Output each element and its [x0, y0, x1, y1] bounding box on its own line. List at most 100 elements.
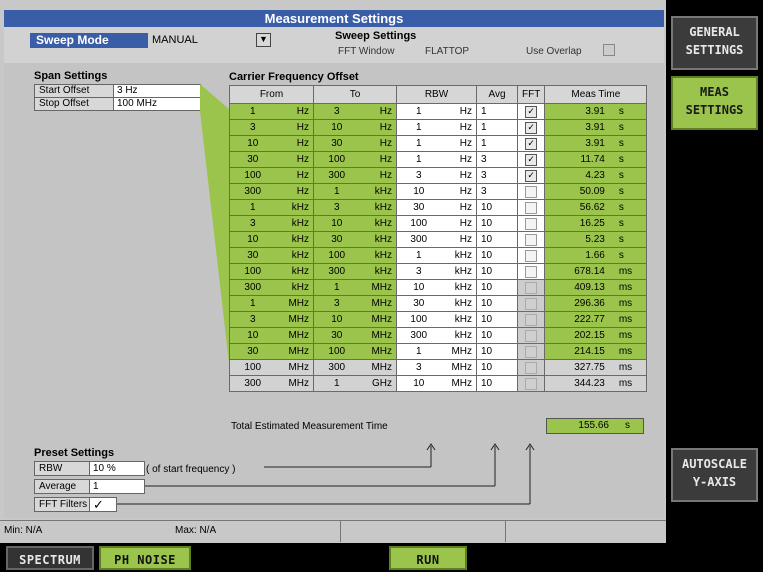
- status-divider: [505, 521, 506, 542]
- rbw-value[interactable]: 10: [396, 279, 441, 296]
- avg-value[interactable]: 1: [476, 135, 518, 152]
- table-row[interactable]: 300 kHz 1 MHz 10 kHz 10 409.13 ms: [229, 279, 648, 296]
- avg-value[interactable]: 10: [476, 327, 518, 344]
- fft-checkbox[interactable]: [525, 185, 538, 198]
- table-row[interactable]: 10 kHz 30 kHz 300 Hz 10 5.23 s: [229, 231, 648, 248]
- autoscale-y-axis-button[interactable]: AUTOSCALE Y-AXIS: [671, 448, 758, 502]
- rbw-value[interactable]: 30: [396, 199, 441, 216]
- table-row[interactable]: 30 kHz 100 kHz 1 kHz 10 1.66 s: [229, 247, 648, 264]
- fft-checkbox[interactable]: [525, 233, 538, 246]
- from-value: 1: [229, 199, 276, 216]
- avg-value[interactable]: 10: [476, 343, 518, 360]
- to-value: 300: [313, 263, 360, 280]
- fft-window-value[interactable]: FLATTOP: [425, 46, 469, 57]
- rbw-value[interactable]: 3: [396, 359, 441, 376]
- meas-time-value: 56.62: [544, 199, 615, 216]
- meas-time-value: 296.36: [544, 295, 615, 312]
- rbw-value[interactable]: 300: [396, 327, 441, 344]
- avg-value[interactable]: 10: [476, 247, 518, 264]
- run-button[interactable]: RUN: [389, 546, 467, 570]
- avg-value[interactable]: 10: [476, 279, 518, 296]
- rbw-value[interactable]: 10: [396, 375, 441, 392]
- use-overlap-checkbox[interactable]: [603, 44, 615, 56]
- fft-checkbox[interactable]: ✓: [525, 137, 538, 150]
- rbw-value[interactable]: 1: [396, 103, 441, 120]
- table-row[interactable]: 3 MHz 10 MHz 100 kHz 10 222.77 ms: [229, 311, 648, 328]
- fft-checkbox[interactable]: [525, 217, 538, 230]
- start-offset-label: Start Offset: [34, 84, 114, 98]
- table-row[interactable]: 100 Hz 300 Hz 3 Hz 3 ✓ 4.23 s: [229, 167, 648, 184]
- avg-value[interactable]: 10: [476, 231, 518, 248]
- avg-value[interactable]: 10: [476, 295, 518, 312]
- fft-checkbox[interactable]: ✓: [525, 169, 538, 182]
- avg-value[interactable]: 10: [476, 359, 518, 376]
- fft-checkbox[interactable]: [525, 249, 538, 262]
- avg-value[interactable]: 10: [476, 199, 518, 216]
- fft-checkbox[interactable]: [525, 265, 538, 278]
- avg-value[interactable]: 1: [476, 103, 518, 120]
- table-row[interactable]: 1 MHz 3 MHz 30 kHz 10 296.36 ms: [229, 295, 648, 312]
- table-row[interactable]: 30 MHz 100 MHz 1 MHz 10 214.15 ms: [229, 343, 648, 360]
- rbw-value[interactable]: 1: [396, 247, 441, 264]
- rbw-value[interactable]: 10: [396, 183, 441, 200]
- avg-value[interactable]: 10: [476, 375, 518, 392]
- table-row[interactable]: 1 kHz 3 kHz 30 Hz 10 56.62 s: [229, 199, 648, 216]
- fft-cell: [516, 375, 546, 392]
- rbw-value[interactable]: 1: [396, 119, 441, 136]
- start-offset-field[interactable]: 3 Hz: [113, 84, 201, 98]
- rbw-value[interactable]: 1: [396, 343, 441, 360]
- table-row[interactable]: 100 MHz 300 MHz 3 MHz 10 327.75 ms: [229, 359, 648, 376]
- avg-value[interactable]: 3: [476, 167, 518, 184]
- to-unit: kHz: [359, 231, 397, 248]
- table-row[interactable]: 3 kHz 10 kHz 100 Hz 10 16.25 s: [229, 215, 648, 232]
- from-unit: kHz: [275, 215, 314, 232]
- table-row[interactable]: 100 kHz 300 kHz 3 kHz 10 678.14 ms: [229, 263, 648, 280]
- sweep-mode-select[interactable]: MANUAL: [152, 33, 232, 48]
- to-value: 30: [313, 327, 360, 344]
- rbw-value[interactable]: 1: [396, 151, 441, 168]
- fft-checkbox[interactable]: ✓: [525, 121, 538, 134]
- rbw-value[interactable]: 100: [396, 311, 441, 328]
- rbw-value[interactable]: 100: [396, 215, 441, 232]
- table-row[interactable]: 30 Hz 100 Hz 1 Hz 3 ✓ 11.74 s: [229, 151, 648, 168]
- sweep-settings-title: Sweep Settings: [335, 30, 417, 42]
- spectrum-button[interactable]: SPECTRUM: [6, 546, 94, 570]
- rbw-value[interactable]: 30: [396, 295, 441, 312]
- preset-rbw-field[interactable]: 10 %: [89, 461, 145, 476]
- general-settings-button[interactable]: GENERAL SETTINGS: [671, 16, 758, 70]
- to-value: 3: [313, 103, 360, 120]
- preset-average-field[interactable]: 1: [89, 479, 145, 494]
- from-value: 1: [229, 295, 276, 312]
- table-row[interactable]: 300 MHz 1 GHz 10 MHz 10 344.23 ms: [229, 375, 648, 392]
- avg-value[interactable]: 10: [476, 215, 518, 232]
- rbw-value[interactable]: 1: [396, 135, 441, 152]
- fft-cell: ✓: [516, 103, 546, 120]
- avg-value[interactable]: 1: [476, 119, 518, 136]
- fft-checkbox[interactable]: [525, 201, 538, 214]
- table-row[interactable]: 3 Hz 10 Hz 1 Hz 1 ✓ 3.91 s: [229, 119, 648, 136]
- col-header-meas-time: Meas Time: [544, 85, 648, 104]
- span-range-indicator: [200, 84, 230, 372]
- chevron-down-icon[interactable]: ▼: [256, 33, 271, 47]
- fft-checkbox[interactable]: ✓: [525, 105, 538, 118]
- stop-offset-field[interactable]: 100 MHz: [113, 97, 201, 111]
- ph-noise-button[interactable]: PH NOISE: [99, 546, 191, 570]
- avg-value[interactable]: 10: [476, 263, 518, 280]
- preset-fft-filters-checkbox[interactable]: ✓: [89, 497, 117, 512]
- rbw-value[interactable]: 300: [396, 231, 441, 248]
- avg-value[interactable]: 10: [476, 311, 518, 328]
- avg-value[interactable]: 3: [476, 183, 518, 200]
- from-value: 3: [229, 215, 276, 232]
- fft-checkbox[interactable]: ✓: [525, 153, 538, 166]
- table-row[interactable]: 10 Hz 30 Hz 1 Hz 1 ✓ 3.91 s: [229, 135, 648, 152]
- meas-time-value: 1.66: [544, 247, 615, 264]
- avg-value[interactable]: 3: [476, 151, 518, 168]
- rbw-value[interactable]: 3: [396, 167, 441, 184]
- table-row[interactable]: 10 MHz 30 MHz 300 kHz 10 202.15 ms: [229, 327, 648, 344]
- rbw-value[interactable]: 3: [396, 263, 441, 280]
- table-row[interactable]: 1 Hz 3 Hz 1 Hz 1 ✓ 3.91 s: [229, 103, 648, 120]
- meas-settings-button[interactable]: MEAS SETTINGS: [671, 76, 758, 130]
- meas-time-unit: s: [614, 183, 648, 200]
- table-row[interactable]: 300 Hz 1 kHz 10 Hz 3 50.09 s: [229, 183, 648, 200]
- fft-checkbox: [525, 377, 538, 390]
